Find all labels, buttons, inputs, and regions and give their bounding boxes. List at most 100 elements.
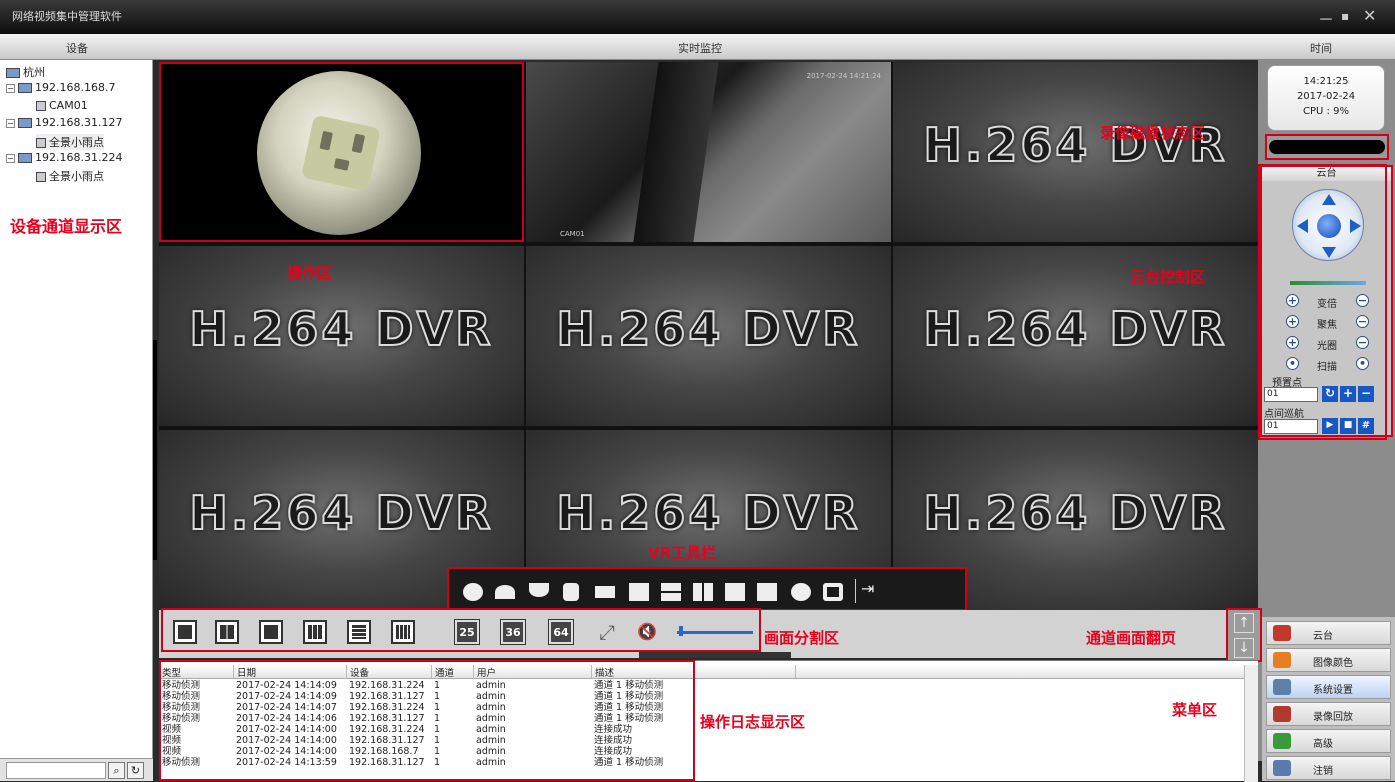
advanced-icon: [1273, 733, 1291, 749]
split-area-annotation: 画面分割区: [764, 629, 840, 647]
ptz-area-box: [1258, 164, 1387, 440]
splitter-handle[interactable]: [153, 340, 157, 560]
fisheye-view: [257, 71, 421, 235]
settings-icon: [1273, 679, 1291, 695]
color-icon: [1273, 652, 1291, 668]
log-area-box: [159, 660, 695, 781]
split-36-button[interactable]: 36: [501, 620, 525, 644]
tree-device[interactable]: −192.168.31.127: [6, 116, 122, 129]
menu-item-image-color[interactable]: 图像颜色: [1266, 648, 1391, 672]
split-4-icon[interactable]: [215, 620, 239, 644]
log-toggle-bar[interactable]: [639, 652, 791, 658]
section-header: 设备 实时监控 时间: [0, 34, 1395, 60]
log-scrollbar[interactable]: [1244, 665, 1258, 782]
two-view-icon[interactable]: [661, 583, 681, 601]
disk-status-bar: [1269, 140, 1385, 154]
tree-channel[interactable]: 全景小雨点: [36, 168, 104, 184]
no-signal-logo: H.264 DVR: [188, 301, 494, 357]
device-tree: 杭州 −192.168.168.7 CAM01 −192.168.31.127 …: [0, 60, 153, 760]
collapse-icon[interactable]: −: [6, 153, 15, 163]
refresh-icon[interactable]: ↻: [127, 762, 144, 779]
device-icon: [18, 153, 32, 163]
time-header: 时间: [1310, 42, 1332, 55]
logout-icon: [1273, 760, 1291, 776]
split-13-icon[interactable]: [347, 620, 371, 644]
camera-icon: [36, 101, 46, 111]
camera-icon: [36, 172, 46, 182]
search-icon[interactable]: ⌕: [108, 762, 125, 779]
single-view-icon[interactable]: [629, 583, 649, 601]
split-16-icon[interactable]: [391, 620, 415, 644]
tree-channel[interactable]: CAM01: [36, 99, 88, 112]
menu-panel: 云台 图像颜色 系统设置 录像回放 高级 注销: [1262, 617, 1395, 781]
device-icon: [18, 83, 32, 93]
bowl-icon[interactable]: [529, 583, 549, 597]
operation-area-annotation: 操作区: [287, 264, 333, 282]
no-signal-logo: H.264 DVR: [922, 485, 1228, 541]
volume-thumb[interactable]: [679, 626, 683, 636]
split-view-icon[interactable]: [757, 583, 777, 601]
menu-item-system-settings[interactable]: 系统设置: [1266, 675, 1391, 699]
disk-status-annotation: 录像磁盘状态区: [1100, 124, 1206, 142]
playback-icon: [1273, 706, 1291, 722]
tree-device[interactable]: −192.168.31.224: [6, 151, 122, 164]
menu-area-annotation: 菜单区: [1172, 701, 1218, 719]
clock-panel: 14:21:25 2017-02-24 CPU : 9%: [1267, 65, 1385, 131]
search-input[interactable]: [6, 762, 106, 779]
clock-date: 2017-02-24: [1296, 91, 1356, 102]
clock-time: 14:21:25: [1303, 76, 1349, 87]
tree-group[interactable]: 杭州: [6, 64, 45, 80]
mute-icon[interactable]: 🔇: [637, 622, 657, 641]
sphere-icon[interactable]: [463, 583, 483, 601]
video-cell-2[interactable]: 2017-02-24 14:21:24 CAM01: [526, 62, 891, 242]
collapse-icon[interactable]: −: [6, 118, 15, 128]
video-timestamp: 2017-02-24 14:21:24: [806, 72, 881, 80]
fullscreen-icon[interactable]: ⤢: [595, 620, 619, 644]
page-flip-annotation: 通道画面翻页: [1086, 629, 1177, 647]
video-channel-name: CAM01: [560, 230, 585, 238]
device-icon: [18, 118, 32, 128]
quad-view-icon[interactable]: [693, 583, 713, 601]
close-button[interactable]: ✕: [1363, 6, 1376, 25]
minimize-button[interactable]: －: [1318, 6, 1334, 30]
split-1-icon[interactable]: [173, 620, 197, 644]
video-cell-4[interactable]: H.264 DVR: [159, 246, 524, 426]
collapse-icon[interactable]: −: [6, 83, 15, 93]
device-area-annotation: 设备通道显示区: [10, 217, 123, 236]
hemisphere-icon[interactable]: [495, 585, 515, 599]
page-up-icon[interactable]: ↑: [1234, 613, 1254, 633]
video-grid: 2017-02-24 14:21:24 CAM01 H.264 DVR H.26…: [159, 62, 1258, 610]
maximize-button[interactable]: ▪: [1341, 9, 1349, 23]
tree-channel[interactable]: 全景小雨点: [36, 134, 104, 150]
channel-pager: ↑ ↓: [1226, 608, 1262, 662]
group-icon: [6, 68, 20, 78]
no-signal-logo: H.264 DVR: [922, 301, 1228, 357]
no-signal-logo: H.264 DVR: [555, 301, 861, 357]
cylinder-icon[interactable]: [563, 583, 579, 601]
split-6-icon[interactable]: [259, 620, 283, 644]
menu-item-advanced[interactable]: 高级: [1266, 729, 1391, 753]
exit-icon[interactable]: ⇥: [861, 579, 874, 598]
circle-view-icon[interactable]: [791, 583, 811, 601]
vr-toolbar: ⇥: [447, 567, 967, 611]
no-signal-logo: H.264 DVR: [188, 485, 494, 541]
menu-item-playback[interactable]: 录像回放: [1266, 702, 1391, 726]
search-bar: ⌕ ↻: [0, 758, 153, 781]
split-25-button[interactable]: 25: [455, 620, 479, 644]
split-9-icon[interactable]: [303, 620, 327, 644]
video-cell-1[interactable]: [159, 62, 524, 242]
panorama-icon[interactable]: [595, 586, 615, 598]
menu-item-logout[interactable]: 注销: [1266, 756, 1391, 780]
frame-view-icon[interactable]: [823, 583, 843, 601]
multi-view-icon[interactable]: [725, 583, 745, 601]
ptz-area-annotation: 云台控制区: [1130, 268, 1206, 286]
menu-item-ptz[interactable]: 云台: [1266, 621, 1391, 645]
page-down-icon[interactable]: ↓: [1234, 638, 1254, 658]
tree-device[interactable]: −192.168.168.7: [6, 81, 115, 94]
video-cell-3[interactable]: H.264 DVR: [893, 62, 1258, 242]
split-64-button[interactable]: 64: [549, 620, 573, 644]
volume-slider[interactable]: [677, 631, 753, 634]
disk-status: [1265, 134, 1389, 160]
video-cell-5[interactable]: H.264 DVR: [526, 246, 891, 426]
vr-toolbar-annotation: VR工具栏: [648, 544, 717, 562]
